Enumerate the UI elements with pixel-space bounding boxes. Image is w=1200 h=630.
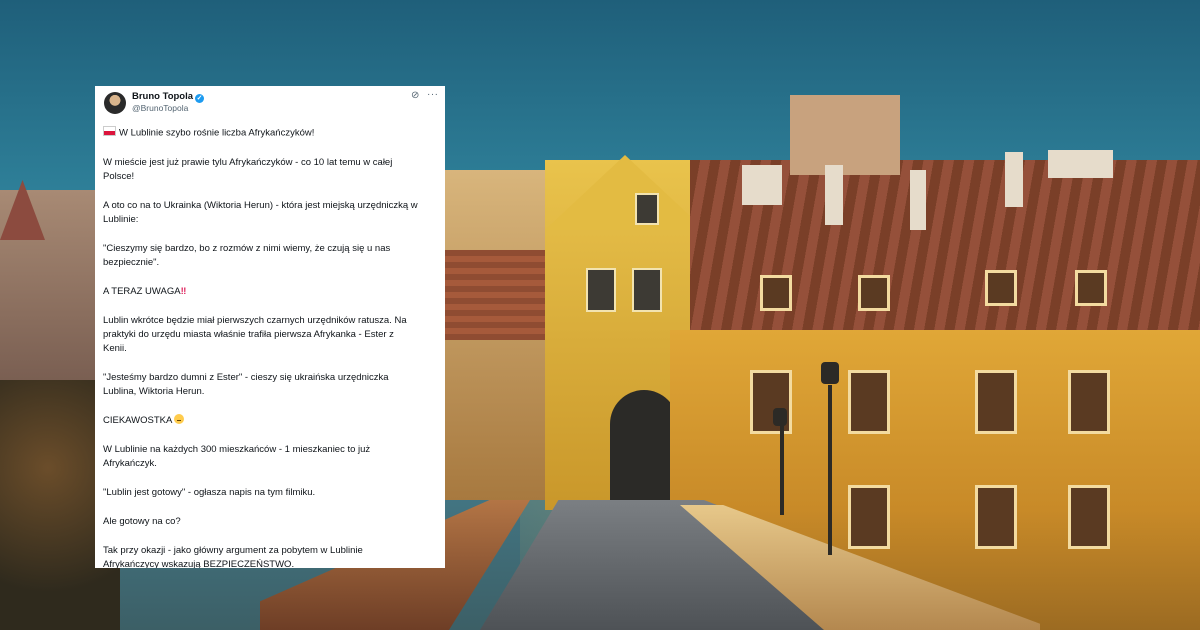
- double-exclamation-icon: ‼: [180, 285, 187, 297]
- street-lamp-post: [780, 425, 784, 515]
- building-window: [975, 485, 1017, 549]
- grok-icon[interactable]: ⊘: [411, 91, 421, 101]
- dormer-window: [760, 275, 792, 311]
- building-window: [848, 485, 890, 549]
- paragraph-text: CIEKAWOSTKA: [103, 414, 172, 426]
- tweet-text: W Lublinie szybo rośnie liczba Afrykańcz…: [103, 126, 419, 568]
- building-window: [975, 370, 1017, 434]
- display-name-text[interactable]: Bruno Topola: [132, 91, 193, 102]
- street-lamp: [821, 362, 839, 384]
- tweet-paragraph: Lublin wkrótce będzie miał pierwszych cz…: [103, 314, 407, 354]
- tweet-paragraph: "Cieszymy się bardzo, bo z rozmów z nimi…: [103, 242, 391, 268]
- chimney: [910, 170, 926, 230]
- building-window: [848, 370, 890, 434]
- tweet-header: Bruno Topola ✓ @BrunoTopola ⊘ ···: [95, 86, 445, 126]
- roof-tower: [790, 95, 900, 175]
- tweet-paragraph: Ale gotowy na co?: [103, 515, 181, 527]
- tweet-paragraph: Tak przy okazji - jako główny argument z…: [103, 544, 363, 569]
- thinking-face-icon: [174, 413, 185, 424]
- building-window: [1068, 370, 1110, 434]
- dormer-window: [1075, 270, 1107, 306]
- paragraph-text: A TERAZ UWAGA: [103, 285, 181, 297]
- tweet-paragraph: W mieście jest już prawie tylu Afrykańcz…: [103, 156, 393, 182]
- tweet-paragraph: "Lublin jest gotowy" - ogłasza napis na …: [103, 486, 316, 498]
- dormer-window: [985, 270, 1017, 306]
- gate-window: [635, 193, 659, 225]
- tweet-paragraph: A TERAZ UWAGA‼: [103, 285, 419, 299]
- tweet-paragraph: W Lublinie na każdych 300 mieszkańców - …: [103, 443, 371, 469]
- more-options-icon[interactable]: ···: [427, 89, 439, 100]
- gate-window: [586, 268, 616, 312]
- paragraph-text: W Lublinie szybo rośnie liczba Afrykańcz…: [119, 127, 315, 139]
- street-lamp: [773, 408, 787, 426]
- tweet-paragraph: W Lublinie szybo rośnie liczba Afrykańcz…: [103, 126, 419, 141]
- dormer-window: [858, 275, 890, 311]
- tweet-paragraph: CIEKAWOSTKA: [103, 413, 419, 428]
- tweet-card: Bruno Topola ✓ @BrunoTopola ⊘ ··· W Lubli…: [95, 86, 445, 568]
- avatar[interactable]: [104, 92, 126, 114]
- display-name[interactable]: Bruno Topola ✓: [132, 91, 205, 103]
- tweet-paragraph: "Jesteśmy bardzo dumni z Ester" - cieszy…: [103, 371, 389, 397]
- gate-window: [632, 268, 662, 312]
- chimney: [825, 165, 843, 225]
- verified-badge-icon: ✓: [195, 94, 205, 103]
- tweet-paragraph: A oto co na to Ukrainka (Wiktoria Herun)…: [103, 199, 418, 225]
- chimney: [742, 165, 782, 205]
- poland-flag-icon: [103, 126, 116, 136]
- user-handle[interactable]: @BrunoTopola: [132, 103, 188, 113]
- street-lamp-post: [828, 385, 832, 555]
- building-window: [1068, 485, 1110, 549]
- chimney: [1048, 150, 1113, 178]
- chimney: [1005, 152, 1023, 207]
- gate-archway: [610, 390, 678, 510]
